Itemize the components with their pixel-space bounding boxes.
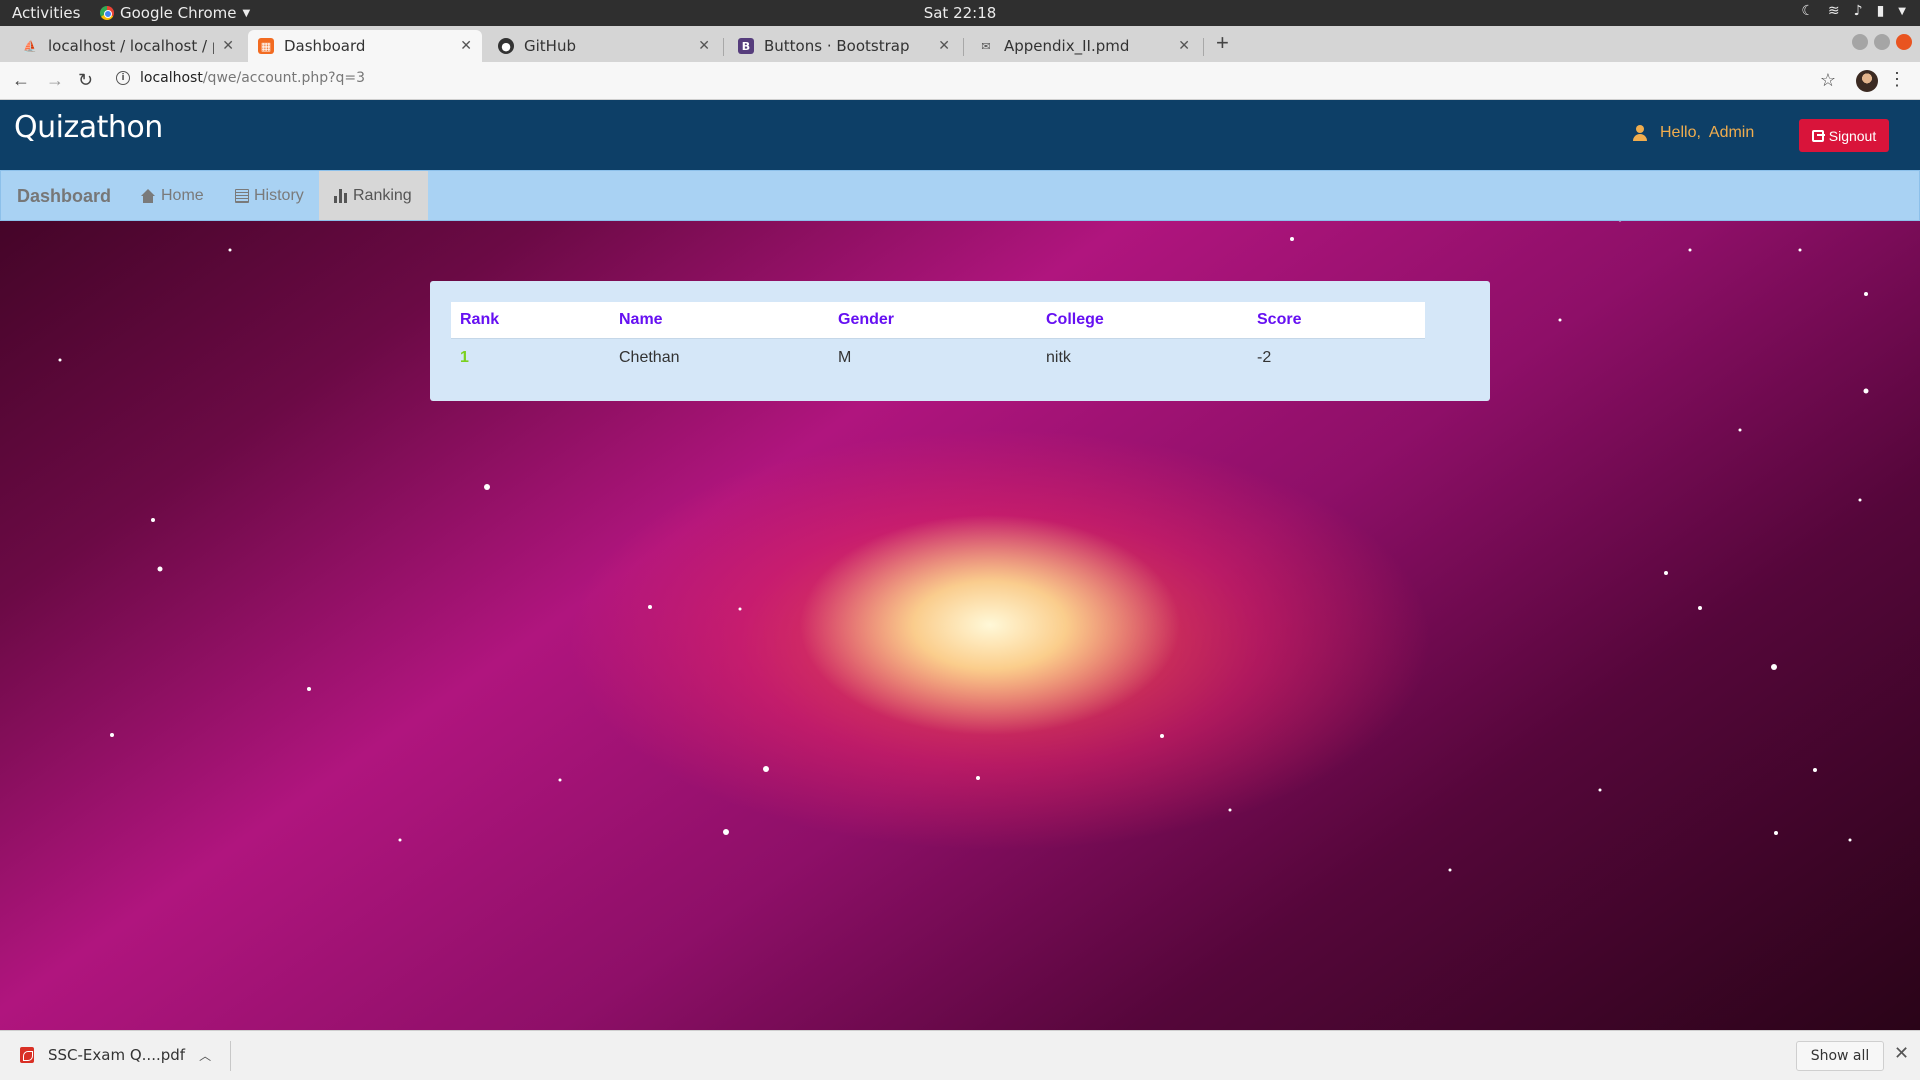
window-controls [1852, 34, 1912, 50]
ranking-panel: Rank Name Gender College Score 1 Chethan… [430, 281, 1490, 401]
close-icon[interactable]: ✕ [1894, 1043, 1909, 1064]
info-icon[interactable]: i [116, 71, 130, 85]
document-icon: ✉ [981, 39, 991, 53]
url-path: /qwe/account.php?q=3 [202, 70, 366, 86]
chevron-down-icon: ▼ [242, 7, 251, 19]
close-icon[interactable]: ✕ [222, 38, 234, 54]
maximize-icon[interactable] [1874, 34, 1890, 50]
galaxy-stars [58, 208, 1869, 872]
tab-title: Dashboard [284, 37, 366, 55]
menu-kebab-icon[interactable]: ⋮ [1888, 69, 1906, 90]
column-header-name: Name [610, 302, 829, 338]
tab-separator [963, 38, 964, 56]
hello-label: Hello, [1660, 124, 1701, 141]
night-light-icon: ☾ [1801, 3, 1814, 19]
download-item[interactable]: SSC-Exam Q....pdf ︿ [20, 1046, 211, 1064]
github-icon: ● [498, 38, 514, 54]
signout-button[interactable]: Signout [1799, 119, 1889, 152]
tab-separator [723, 38, 724, 56]
page-viewport: Quizathon Hello, Admin Signout Dashboard… [0, 100, 1920, 1030]
bookmark-star-icon[interactable]: ☆ [1820, 70, 1836, 91]
volume-icon: ♪ [1853, 3, 1863, 19]
cell-college: nitk [1037, 337, 1248, 378]
cell-score: -2 [1248, 337, 1425, 378]
chrome-icon [100, 6, 114, 20]
tab-strip: ⛵ localhost / localhost / pro ✕ ▦ Dashbo… [0, 26, 1920, 62]
cell-name: Chethan [610, 337, 829, 378]
user-icon [1632, 125, 1648, 141]
tab-dashboard[interactable]: ▦ Dashboard ✕ [248, 30, 482, 62]
tab-bootstrap[interactable]: B Buttons · Bootstrap ✕ [728, 30, 960, 62]
system-top-bar: Activities Google Chrome ▼ Sat 22:18 ☾ ≋… [0, 0, 1920, 26]
column-header-college: College [1037, 302, 1248, 338]
back-arrow-icon[interactable]: ← [12, 70, 30, 91]
navbar-brand[interactable]: Dashboard [17, 186, 111, 207]
new-tab-button[interactable]: + [1216, 30, 1229, 56]
username-link[interactable]: Admin [1709, 124, 1754, 142]
bootstrap-icon: B [738, 38, 754, 54]
column-header-rank: Rank [451, 302, 610, 338]
site-header: Quizathon Hello, Admin Signout [0, 100, 1920, 170]
address-bar[interactable]: i localhost/qwe/account.php?q=3 [116, 70, 365, 86]
tab-appendix[interactable]: ✉ Appendix_II.pmd ✕ [968, 30, 1200, 62]
battery-icon: ▮ [1876, 3, 1885, 19]
app-name: Google Chrome [120, 4, 237, 22]
tab-title: localhost / localhost / pro [48, 37, 214, 55]
column-header-gender: Gender [829, 302, 1037, 338]
nav-item-label: History [254, 186, 304, 204]
phpmyadmin-icon: ⛵ [23, 39, 37, 53]
system-clock[interactable]: Sat 22:18 [0, 4, 1920, 22]
list-icon [235, 188, 249, 203]
download-filename: SSC-Exam Q....pdf [48, 1046, 186, 1064]
show-all-button[interactable]: Show all [1796, 1041, 1884, 1071]
ranking-table: Rank Name Gender College Score 1 Chethan… [451, 302, 1425, 378]
nav-item-home[interactable]: Home [125, 171, 219, 220]
home-icon [140, 188, 156, 203]
nav-item-label: Ranking [353, 186, 412, 204]
tab-phpmyadmin[interactable]: ⛵ localhost / localhost / pro ✕ [12, 30, 244, 62]
bar-chart-icon [334, 188, 348, 203]
cell-gender: M [829, 337, 1037, 378]
page-icon: ▦ [258, 38, 274, 54]
tab-separator [1203, 38, 1204, 56]
nav-item-ranking[interactable]: Ranking [319, 171, 428, 220]
pdf-file-icon [20, 1047, 34, 1063]
chevron-down-icon: ▼ [1898, 5, 1906, 17]
user-greeting: Hello, Admin [1632, 124, 1754, 142]
close-icon[interactable]: ✕ [1178, 38, 1190, 54]
tab-github[interactable]: ● GitHub ✕ [488, 30, 720, 62]
wifi-icon: ≋ [1827, 3, 1840, 19]
cell-rank: 1 [451, 337, 610, 378]
signout-label: Signout [1828, 127, 1877, 144]
close-window-icon[interactable] [1896, 34, 1912, 50]
activities-button[interactable]: Activities [12, 4, 80, 22]
tab-title: Buttons · Bootstrap [764, 37, 910, 55]
dashboard-navbar: Dashboard Home History Ranking [0, 170, 1920, 221]
reload-icon[interactable]: ↻ [78, 70, 93, 91]
site-brand[interactable]: Quizathon [14, 110, 163, 145]
close-icon[interactable]: ✕ [938, 38, 950, 54]
url-host: localhost [140, 70, 203, 86]
chevron-up-icon[interactable]: ︿ [199, 1047, 211, 1064]
tab-title: Appendix_II.pmd [1004, 37, 1130, 55]
app-menu[interactable]: Google Chrome ▼ [100, 4, 250, 22]
nav-item-label: Home [161, 186, 204, 204]
close-icon[interactable]: ✕ [698, 38, 710, 54]
nav-item-history[interactable]: History [220, 171, 319, 220]
download-separator [230, 1041, 231, 1071]
log-out-icon [1811, 129, 1825, 142]
browser-toolbar: ← → ↻ i localhost/qwe/account.php?q=3 ☆ … [0, 62, 1920, 100]
minimize-icon[interactable] [1852, 34, 1868, 50]
table-header-row: Rank Name Gender College Score [451, 302, 1425, 338]
close-icon[interactable]: ✕ [460, 38, 472, 54]
forward-arrow-icon[interactable]: → [46, 70, 64, 91]
system-tray[interactable]: ☾ ≋ ♪ ▮ ▼ [1801, 3, 1906, 19]
table-row: 1 Chethan M nitk -2 [451, 337, 1425, 378]
download-bar: SSC-Exam Q....pdf ︿ Show all ✕ [0, 1030, 1920, 1080]
column-header-score: Score [1248, 302, 1425, 338]
profile-avatar[interactable] [1856, 70, 1878, 92]
tab-title: GitHub [524, 37, 576, 55]
